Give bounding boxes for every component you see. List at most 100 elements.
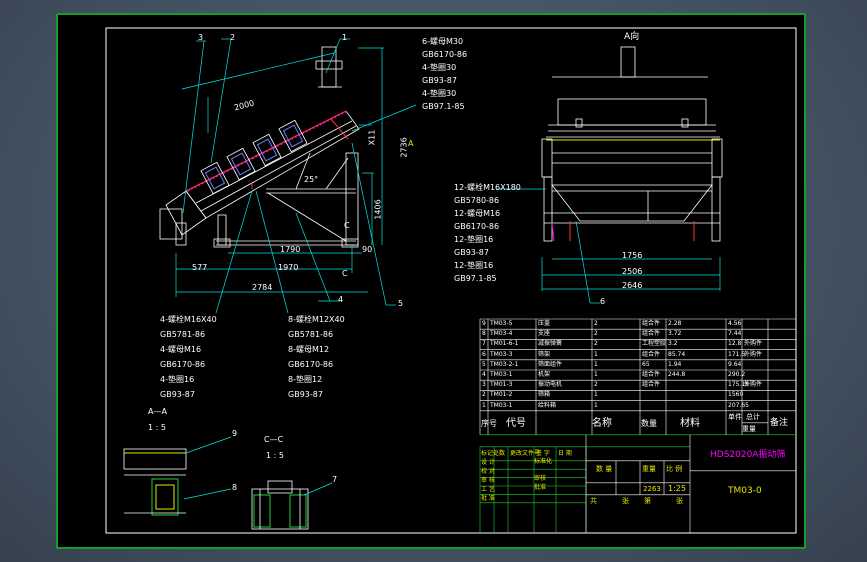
tb-row-0: 标记处数	[481, 449, 506, 457]
bom-cell-7-0: 2	[482, 391, 486, 399]
bom-cell-4-3: 1	[594, 360, 598, 368]
dim-1790: 1790	[280, 245, 301, 254]
callout-top-right-4: 4-垫圈30	[422, 89, 457, 98]
callout-bottom-mid-1: GB5781-86	[288, 330, 334, 339]
bom-cell-2-3: 2	[594, 340, 598, 348]
tb-std2: 审核	[534, 474, 547, 482]
bom-cell-4-4: 65	[642, 360, 650, 368]
dim-2506: 2506	[622, 267, 643, 276]
tb-std3: 批准	[534, 483, 547, 491]
scale-aa-label: 1 : 5	[148, 423, 166, 432]
tb-std1: 标准化	[534, 457, 553, 465]
bom-cell-1-0: 8	[482, 330, 486, 338]
bom-cell-0-4: 组合件	[642, 320, 661, 327]
tb-sheet-label2: 张	[676, 496, 683, 505]
bom-h-weight: 重量	[742, 424, 756, 433]
tb-row-4: 工 艺	[481, 485, 495, 493]
bom-cell-7-6: 1560	[728, 391, 744, 399]
balloon-b7: 7	[332, 475, 338, 484]
bom-cell-3-5: 85.74	[668, 350, 686, 358]
balloon-b2: 2	[230, 33, 236, 42]
callout-front-left-6: 12-垫圈16	[454, 261, 494, 270]
bom-cell-0-6: 4.56	[728, 320, 742, 327]
bom-cell-2-0: 7	[482, 340, 486, 348]
bom-cell-7-3: 1	[594, 391, 598, 399]
bom-cell-8-3: 1	[594, 401, 598, 409]
section-aa-label: A—A	[148, 407, 167, 416]
dim-1756: 1756	[622, 251, 643, 260]
bom-cell-4-6: 9.64	[728, 360, 742, 368]
callout-front-left-4: 12-垫圈16	[454, 235, 494, 244]
tb-product: HDS2020A振动筛	[710, 449, 786, 460]
callout-top-right-1: GB6170-86	[422, 50, 468, 59]
callout-front-left-7: GB97.1-85	[454, 274, 497, 283]
mark-c2-label: C	[342, 269, 348, 278]
dim-1970: 1970	[278, 263, 299, 272]
cad-viewport[interactable]: A向 A A—A 1 : 5 C—C 1 : 5 C C 2000 2736 X11 1406 1790…	[0, 0, 867, 562]
bom-cell-5-6: 290.2	[728, 371, 746, 378]
dim-2736: 2736	[399, 137, 409, 158]
bom-cell-3-3: 1	[594, 350, 598, 358]
bom-h-code: 代号	[506, 417, 526, 429]
bom-cell-2-1: TM01-6-1	[490, 340, 519, 348]
bom-cell-5-4: 组合件	[642, 371, 661, 378]
bom-cell-5-2: 机架	[538, 371, 551, 378]
tb-sheet-no: 第	[644, 496, 651, 505]
callout-front-left-5: GB93-87	[454, 248, 489, 257]
bom-cell-1-3: 2	[594, 330, 598, 338]
bom-cell-0-3: 2	[594, 320, 598, 327]
balloon-b8: 8	[232, 483, 238, 492]
bom-h-name: 名称	[592, 417, 612, 429]
bom-cell-6-1: TM01-3	[490, 381, 513, 389]
tb-row-3: 审 核	[481, 476, 495, 484]
view-a-label: A向	[624, 32, 640, 42]
tb-sheet-total: 共	[590, 496, 597, 505]
bom-cell-3-2: 筛架	[538, 350, 551, 358]
bom-cell-0-5: 2.28	[668, 320, 682, 327]
bom-cell-8-1: TM03-1	[490, 401, 513, 409]
callout-front-left-3: GB6170-86	[454, 222, 500, 231]
callout-top-right-2: 4-垫圈30	[422, 63, 457, 72]
callout-bottom-mid-5: GB93-87	[288, 390, 323, 399]
tb-row-1: 设 计	[481, 458, 495, 466]
bom-h-qty: 数量	[641, 418, 657, 428]
bom-cell-3-0: 6	[482, 350, 486, 358]
callout-bottom-mid-4: 8-垫圈12	[288, 375, 323, 384]
balloon-b5: 5	[398, 299, 404, 308]
bom-cell-5-5: 244.8	[668, 371, 686, 378]
bom-cell-6-4: 组合件	[642, 381, 661, 389]
callout-bottom-left-4: 4-垫圈16	[160, 375, 195, 384]
mark-c-label: C	[344, 221, 350, 230]
callout-bottom-mid-3: GB6170-86	[288, 360, 334, 369]
bom-cell-1-4: 组合件	[642, 330, 661, 338]
dim-1406: 1406	[373, 199, 383, 220]
tb-weight-value: 2263	[643, 484, 661, 493]
scale-cc-label: 1 : 5	[266, 451, 284, 460]
dim-25: 25°	[304, 175, 319, 184]
bom-cell-2-6: 12.8	[728, 340, 742, 348]
bom-cell-2-7: 外购件	[744, 340, 763, 348]
bom-cell-2-4: 工程塑胶	[642, 340, 667, 348]
bom-cell-7-2: 筛箱	[538, 391, 551, 399]
bom-h-remark: 备注	[770, 417, 789, 428]
balloon-b3: 3	[198, 33, 204, 42]
bom-cell-7-1: TM01-2	[490, 391, 513, 399]
dim-x11: X11	[367, 129, 377, 146]
bom-cell-6-3: 2	[594, 381, 598, 389]
detail-aa	[123, 436, 232, 516]
bom-cell-6-7: 外购件	[744, 381, 763, 389]
bom-cell-0-0: 9	[482, 320, 486, 327]
bom-h-total: 总计	[746, 412, 760, 421]
bom-cell-8-6: 207.65	[728, 401, 749, 409]
callout-bottom-left-2: 4-螺母M16	[160, 345, 202, 354]
bom-cell-4-5: 1.94	[668, 360, 682, 368]
tb-sheet-label: 张	[622, 496, 629, 505]
bom-cell-0-2: 压盖	[538, 320, 551, 327]
dim-90: 90	[362, 245, 373, 254]
callout-bottom-left-5: GB93-87	[160, 390, 195, 399]
tb-col-2: 日 期	[558, 449, 572, 457]
bom-cell-1-2: 支座	[538, 330, 551, 338]
callout-front-left-0: 12-螺栓M16X180	[454, 183, 521, 192]
bom-cell-6-2: 振动电机	[538, 381, 563, 389]
bom-h-seq: 序号	[481, 418, 497, 428]
